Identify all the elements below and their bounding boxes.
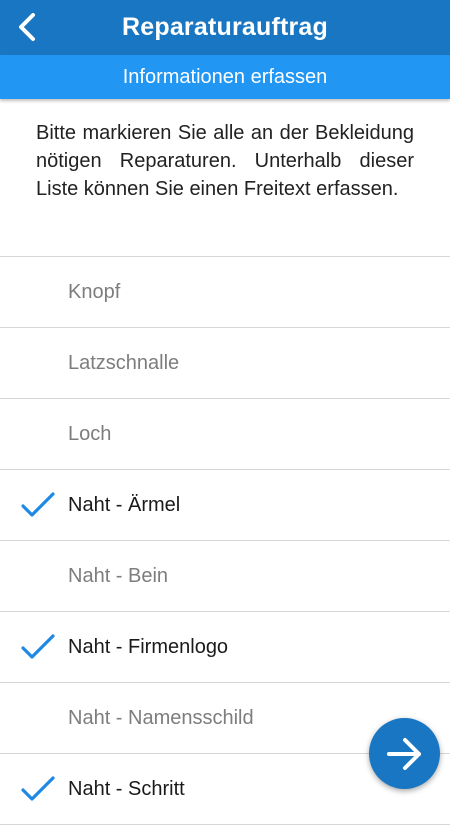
back-button[interactable] [6, 6, 48, 48]
section-header: Informationen erfassen [0, 55, 450, 99]
list-item-label: Naht - Schritt [68, 777, 185, 800]
list-item-label: Naht - Firmenlogo [68, 635, 229, 658]
list-item[interactable]: Naht - Ärmel [0, 470, 450, 541]
arrow-right-icon [386, 737, 421, 770]
list-item-label: Loch [68, 422, 112, 445]
list-item[interactable]: Naht - Bein [0, 541, 450, 612]
app-bar: Reparaturauftrag [0, 0, 450, 55]
chevron-left-icon [19, 13, 35, 41]
list-item-label: Knopf [68, 280, 121, 303]
list-item[interactable]: Loch [0, 399, 450, 470]
list-item-label: Naht - Bein [68, 564, 169, 587]
list-item[interactable]: Latzschnalle [0, 328, 450, 399]
list-item[interactable]: Naht - Firmenlogo [0, 612, 450, 683]
list-item-label: Latzschnalle [68, 351, 180, 374]
checkmark-icon [21, 776, 55, 801]
section-title: Informationen erfassen [122, 65, 328, 88]
list-item-label: Naht - Namensschild [68, 706, 254, 729]
list-item-label: Naht - Ärmel [68, 493, 181, 516]
page-title: Reparaturauftrag [121, 13, 329, 41]
checkmark-icon [21, 634, 55, 659]
instruction-text: Bitte markieren Sie alle an der Bekleidu… [36, 122, 414, 200]
next-button[interactable] [369, 718, 440, 789]
checkmark-icon [21, 492, 55, 517]
list-item[interactable]: Knopf [0, 257, 450, 328]
